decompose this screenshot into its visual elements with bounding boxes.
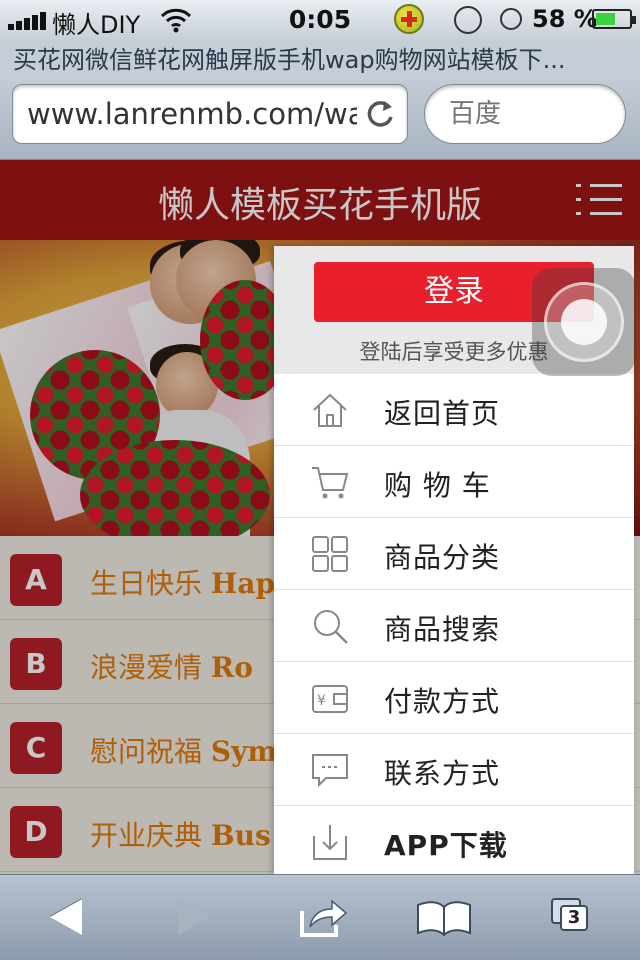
- url-field[interactable]: www.lanrenmb.com/wap: [12, 84, 408, 144]
- menu-item-label: 商品搜索: [384, 613, 501, 646]
- menu-item-label: 付款方式: [384, 685, 501, 718]
- search-icon: [314, 610, 348, 644]
- back-button[interactable]: [38, 895, 94, 941]
- battery-icon: [592, 9, 636, 29]
- grid-icon: [312, 536, 348, 572]
- forward-button[interactable]: [164, 895, 220, 941]
- search-input[interactable]: [449, 97, 609, 131]
- download-icon: [313, 825, 347, 860]
- battery-percentage: 58 %: [532, 5, 598, 33]
- reload-icon[interactable]: [363, 97, 397, 131]
- assistive-touch-ring: [544, 282, 624, 362]
- url-text[interactable]: www.lanrenmb.com/wap: [27, 97, 357, 131]
- battery-fill: [596, 13, 615, 25]
- bookmarks-button[interactable]: [414, 895, 471, 941]
- tab-count: 3: [560, 905, 588, 931]
- share-icon: [300, 899, 348, 937]
- menu-item-label: 返回首页: [384, 397, 501, 430]
- status-bar: 懒人DIY 0:05 58 %: [0, 0, 640, 40]
- bookmarks-icon: [417, 901, 471, 937]
- menu-item-contact[interactable]: 联系方式: [274, 734, 634, 806]
- menu-item-categories[interactable]: 商品分类: [274, 518, 634, 590]
- menu-item-label: APP下载: [384, 829, 508, 862]
- rotation-lock-icon: [454, 6, 482, 34]
- menu-item-search[interactable]: 商品搜索: [274, 590, 634, 662]
- menu-item-label: 购 物 车: [384, 469, 491, 502]
- wallet-icon: ¥: [312, 685, 348, 713]
- browser-toolbar: 3: [0, 874, 640, 960]
- menu-item-label: 联系方式: [384, 757, 501, 790]
- alarm-icon: [500, 8, 522, 30]
- menu-item-payment[interactable]: ¥ 付款方式: [274, 662, 634, 734]
- forward-arrow-icon: [178, 899, 210, 935]
- menu-item-app-download[interactable]: APP下载: [274, 806, 634, 878]
- home-icon: [313, 393, 347, 427]
- assistive-touch-core: [561, 299, 607, 345]
- cart-icon: [312, 467, 349, 499]
- app-plus-icon: [394, 4, 424, 34]
- share-button[interactable]: [296, 895, 352, 941]
- back-arrow-icon: [50, 899, 82, 935]
- menu-item-label: 商品分类: [384, 541, 501, 574]
- menu-item-cart[interactable]: 购 物 车: [274, 446, 634, 518]
- assistive-touch-button[interactable]: [532, 268, 636, 376]
- address-bar: www.lanrenmb.com/wap: [0, 80, 640, 160]
- page-title: 买花网微信鲜花网触屏版手机wap购物网站模板下...: [0, 40, 640, 80]
- chat-icon: [312, 754, 348, 788]
- svg-text:¥: ¥: [317, 693, 326, 709]
- menu-item-home[interactable]: 返回首页: [274, 374, 634, 446]
- tabs-button[interactable]: 3: [548, 895, 604, 941]
- search-field[interactable]: [424, 84, 626, 144]
